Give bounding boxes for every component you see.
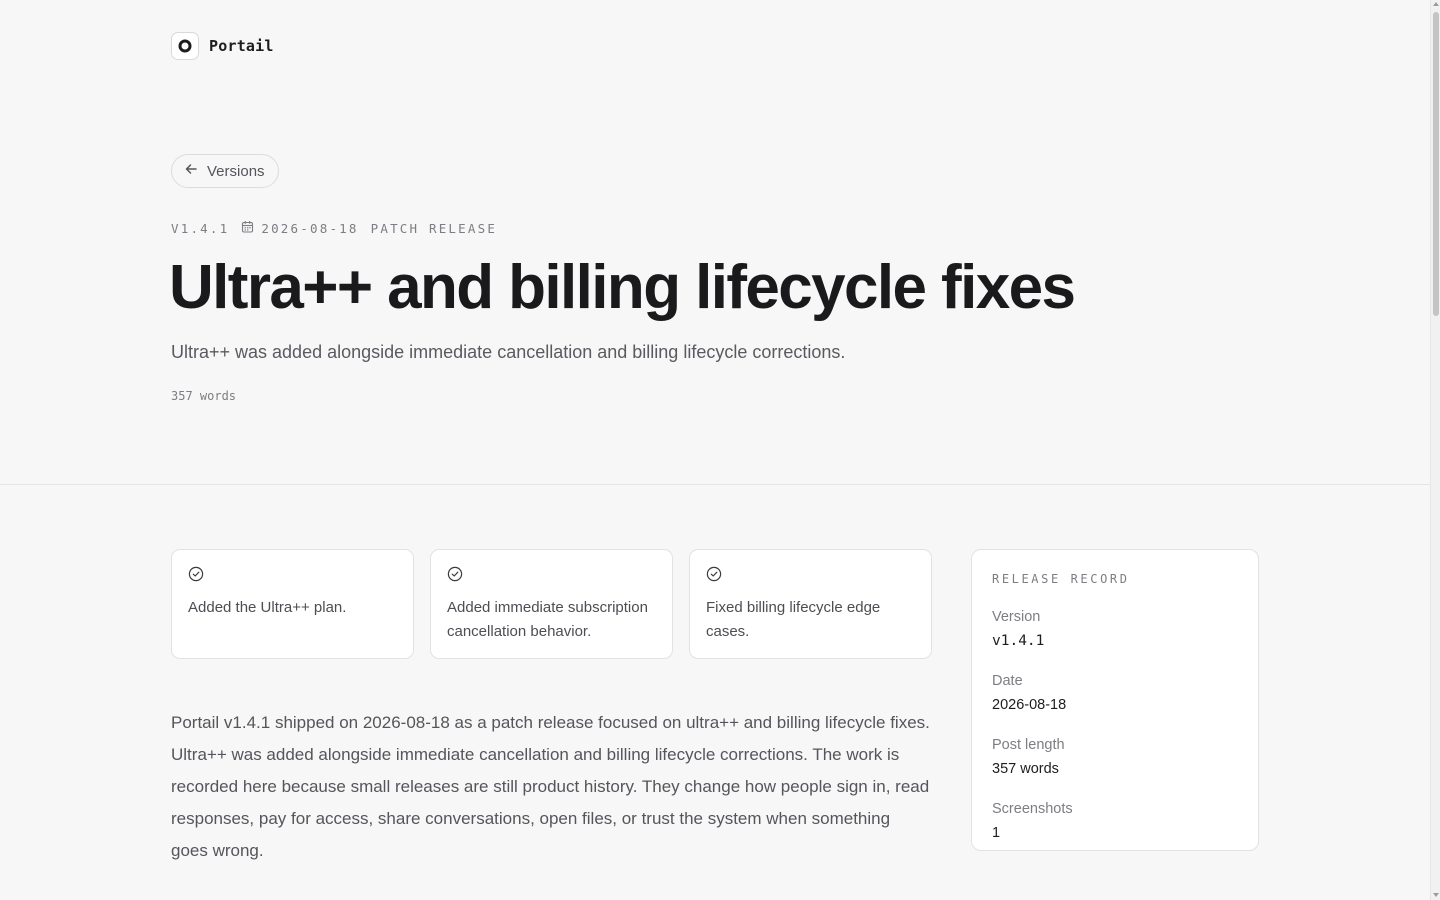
ring-logo-icon [171,32,199,60]
check-circle-icon [706,566,915,582]
vertical-scrollbar[interactable] [1430,0,1440,900]
brand[interactable]: Portail [171,32,274,60]
section-divider [0,484,1430,485]
record-value: 1 [992,825,1001,841]
highlight-text: Added immediate subscription cancellatio… [447,599,648,640]
record-screenshots: Screenshots 1 [992,800,1238,842]
scroll-down-arrow-icon[interactable] [1433,893,1439,897]
record-value: 2026-08-18 [992,697,1067,713]
release-date-text: 2026-08-18 [261,220,359,236]
release-type: PATCH RELEASE [370,220,498,236]
arrow-left-icon [184,162,198,180]
record-date: Date 2026-08-18 [992,672,1238,714]
release-body: Portail v1.4.1 shipped on 2026-08-18 as … [171,713,930,860]
check-circle-icon [447,566,656,582]
back-label: Versions [207,162,265,180]
release-record-title: RELEASE RECORD [992,572,1130,586]
version-tag: V1.4.1 [171,220,230,236]
record-label: Date [992,673,1023,689]
release-record-panel: RELEASE RECORD Version v1.4.1 Date 2026-… [971,549,1259,851]
page-subtitle: Ultra++ was added alongside immediate ca… [171,342,846,362]
calendar-icon [241,220,254,236]
release-page: Portail Versions V1.4.1 2026-08-18 PATCH… [0,0,1440,900]
record-label: Screenshots [992,801,1073,817]
word-count: 357 words [171,389,237,403]
page-title: Ultra++ and billing lifecycle fixes [169,253,1076,322]
record-label: Version [992,609,1041,625]
check-circle-icon [188,566,397,582]
highlight-cards: Added the Ultra++ plan. Added immediate … [171,549,932,659]
record-version: Version v1.4.1 [992,608,1238,650]
back-to-versions-button[interactable]: Versions [171,154,279,188]
scroll-up-arrow-icon[interactable] [1433,2,1439,6]
release-date: 2026-08-18 [241,220,358,236]
record-value: 357 words [992,761,1059,777]
record-label: Post length [992,737,1065,753]
brand-name: Portail [209,37,274,55]
highlight-text: Fixed billing lifecycle edge cases. [706,599,881,640]
highlight-card: Added immediate subscription cancellatio… [430,549,673,659]
scrollbar-thumb[interactable] [1433,12,1439,316]
record-post-length: Post length 357 words [992,736,1238,778]
release-meta: V1.4.1 2026-08-18 PATCH RELEASE [171,220,497,236]
highlight-text: Added the Ultra++ plan. [188,599,347,616]
highlight-card: Added the Ultra++ plan. [171,549,414,659]
record-value: v1.4.1 [992,633,1045,649]
highlight-card: Fixed billing lifecycle edge cases. [689,549,932,659]
